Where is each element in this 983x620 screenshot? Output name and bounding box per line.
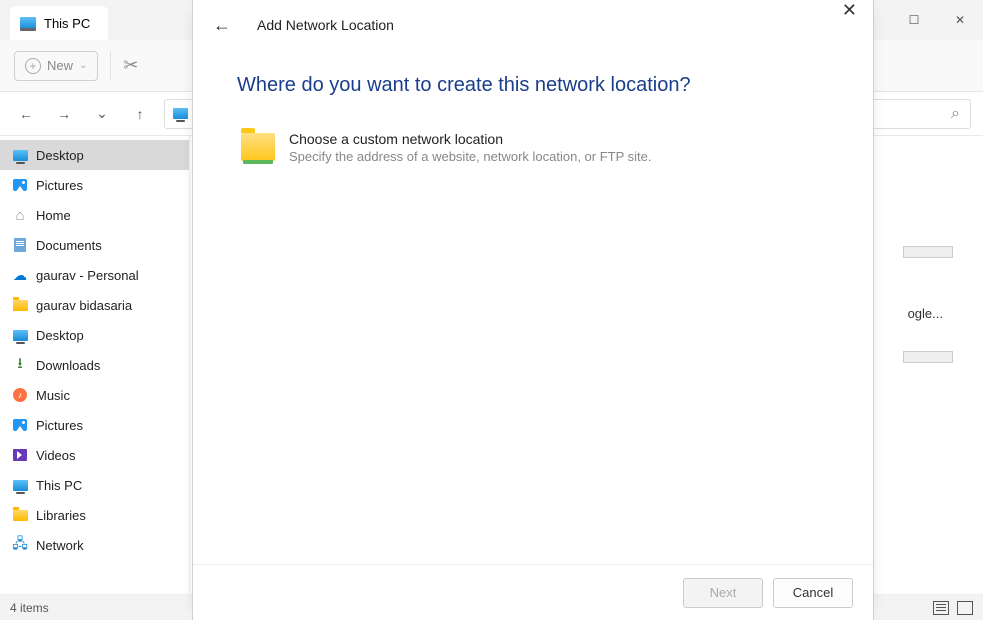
navigation-sidebar: Desktop Pictures ⌂Home Documents ☁gaurav…: [0, 136, 190, 594]
dialog-body: Where do you want to create this network…: [193, 50, 873, 564]
search-icon: ⌕: [951, 105, 960, 123]
sidebar-item-thispc[interactable]: This PC: [0, 470, 189, 500]
sidebar-item-home[interactable]: ⌂Home: [0, 200, 189, 230]
sidebar-item-pictures2[interactable]: Pictures: [0, 410, 189, 440]
custom-location-option[interactable]: Choose a custom network location Specify…: [237, 125, 829, 170]
large-icons-view-icon[interactable]: [957, 601, 973, 615]
sidebar-item-documents[interactable]: Documents: [0, 230, 189, 260]
dialog-title: Add Network Location: [257, 17, 394, 33]
maximize-button[interactable]: ☐: [891, 4, 937, 36]
item-count: 4 items: [10, 601, 49, 615]
back-arrow-icon[interactable]: ←: [213, 15, 231, 36]
recent-dropdown[interactable]: ⌄: [88, 100, 116, 128]
content-placeholder: [903, 246, 953, 258]
cancel-button[interactable]: Cancel: [773, 578, 853, 608]
this-pc-icon: [20, 17, 36, 29]
toolbar-separator: [110, 52, 111, 80]
forward-button[interactable]: →: [50, 100, 78, 128]
dialog-heading: Where do you want to create this network…: [237, 74, 829, 97]
up-button[interactable]: ↑: [126, 100, 154, 128]
sidebar-item-music[interactable]: ♪Music: [0, 380, 189, 410]
option-text: Choose a custom network location Specify…: [289, 131, 652, 164]
next-button[interactable]: Next: [683, 578, 763, 608]
content-placeholder: [903, 351, 953, 363]
new-button[interactable]: + New ⌄: [14, 51, 98, 81]
dialog-footer: Next Cancel: [193, 564, 873, 620]
add-network-location-dialog: ← Add Network Location ✕ Where do you wa…: [192, 0, 874, 620]
chevron-down-icon: ⌄: [79, 60, 87, 71]
sidebar-item-libraries[interactable]: Libraries: [0, 500, 189, 530]
sidebar-item-desktop[interactable]: Desktop: [0, 140, 189, 170]
sidebar-item-network[interactable]: 🖧Network: [0, 530, 189, 560]
option-title: Choose a custom network location: [289, 131, 652, 147]
back-button[interactable]: ←: [12, 100, 40, 128]
sidebar-item-videos[interactable]: Videos: [0, 440, 189, 470]
network-folder-icon: [241, 133, 275, 161]
cut-icon[interactable]: ✂: [123, 55, 138, 76]
truncated-label: ogle...: [908, 306, 943, 321]
sidebar-item-downloads[interactable]: ⭳Downloads: [0, 350, 189, 380]
details-view-icon[interactable]: [933, 601, 949, 615]
plus-icon: +: [25, 58, 41, 74]
dialog-close-button[interactable]: ✕: [832, 0, 867, 25]
close-button[interactable]: ✕: [937, 4, 983, 36]
dialog-header: ← Add Network Location ✕: [193, 0, 873, 50]
sidebar-item-pictures[interactable]: Pictures: [0, 170, 189, 200]
sidebar-item-userfolder[interactable]: gaurav bidasaria: [0, 290, 189, 320]
sidebar-item-desktop2[interactable]: Desktop: [0, 320, 189, 350]
new-label: New: [47, 58, 73, 73]
window-tab[interactable]: This PC: [10, 6, 108, 40]
tab-title: This PC: [44, 16, 90, 31]
sidebar-item-onedrive[interactable]: ☁gaurav - Personal: [0, 260, 189, 290]
option-subtitle: Specify the address of a website, networ…: [289, 149, 652, 164]
this-pc-icon: [173, 108, 188, 119]
